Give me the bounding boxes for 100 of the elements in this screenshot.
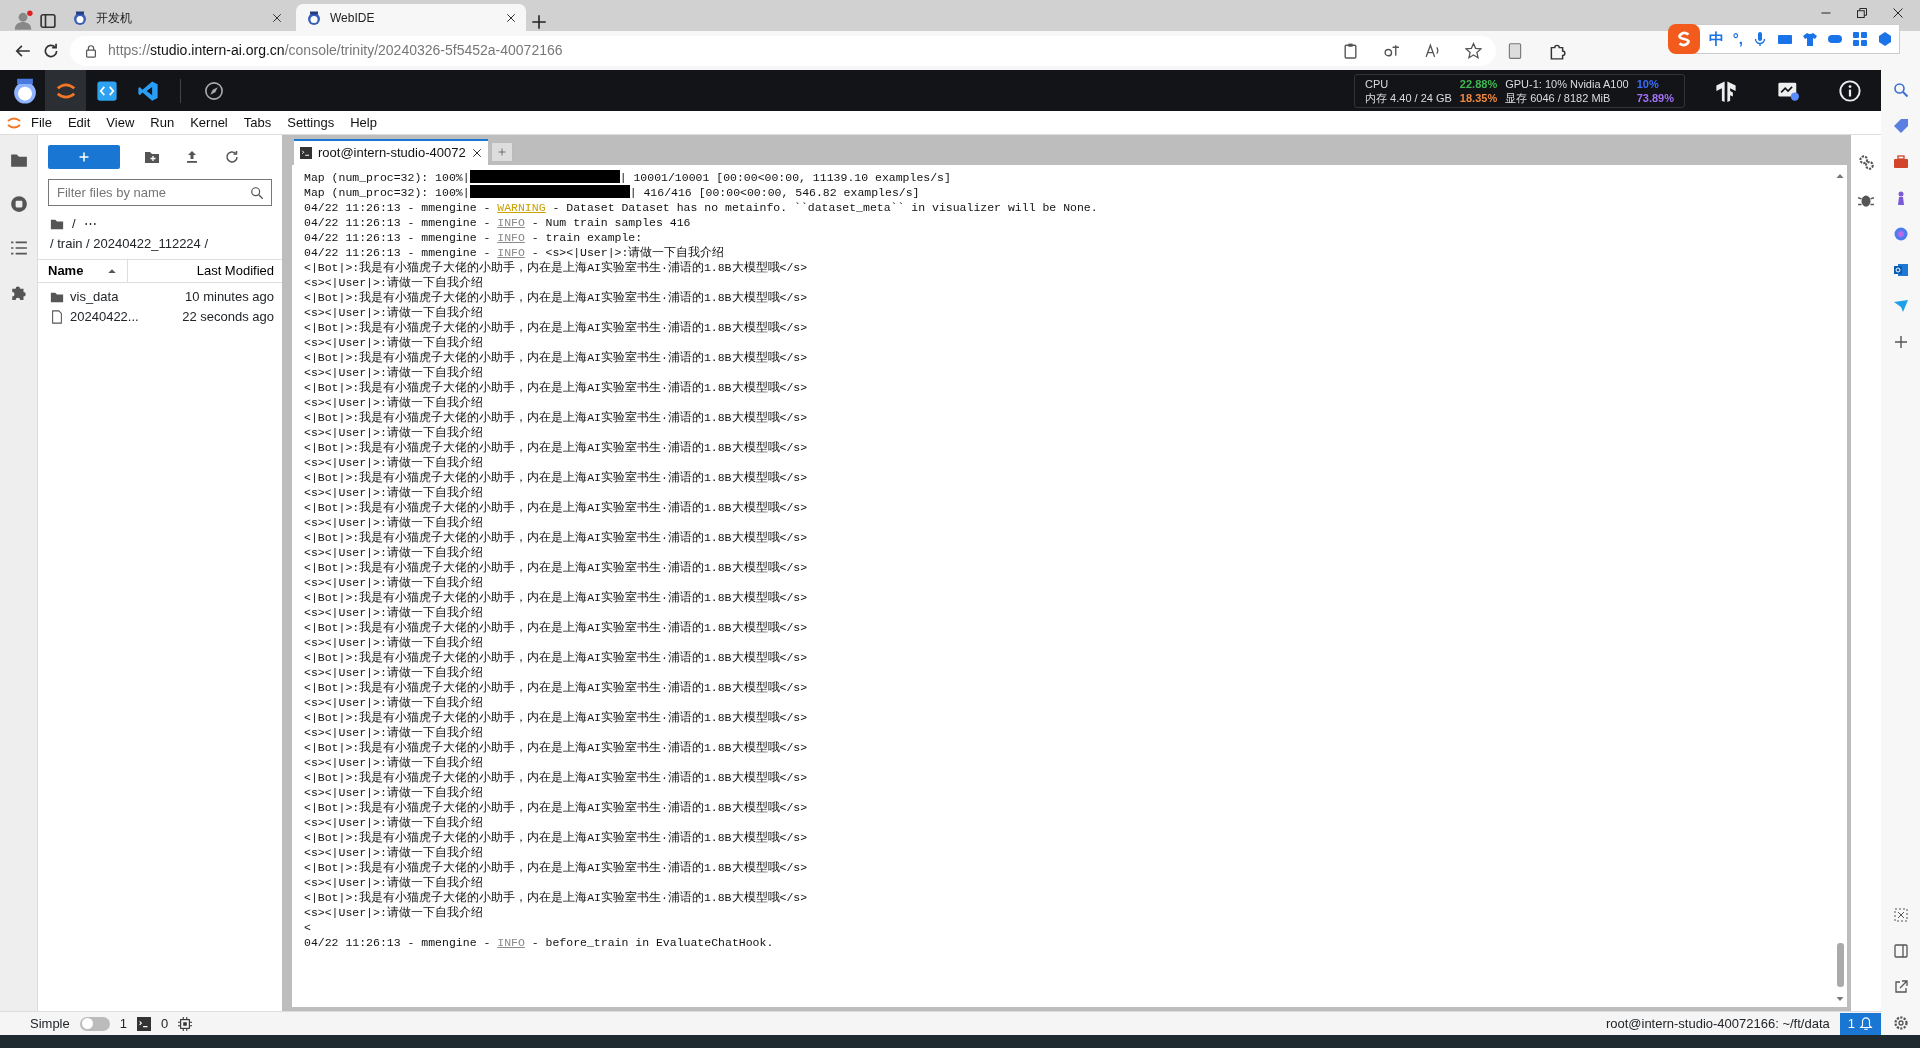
terminal-line: <s><|User|>:请做一下自我介绍 bbox=[304, 695, 483, 710]
menu-item[interactable]: Run bbox=[143, 112, 182, 133]
terminal-line: <s><|User|>:请做一下自我介绍 bbox=[304, 845, 483, 860]
favorite-icon[interactable] bbox=[1465, 42, 1482, 59]
tab-list-icon[interactable] bbox=[38, 11, 58, 31]
column-header[interactable]: Name bbox=[38, 260, 128, 282]
terminal-line: <s><|User|>:请做一下自我介绍 bbox=[304, 335, 483, 350]
address-field[interactable]: https://studio.intern-ai.org.cn/console/trinity/20240326-5f5452a-40072166 bbox=[70, 35, 1496, 66]
microphone-icon[interactable] bbox=[1752, 31, 1768, 47]
close-icon[interactable] bbox=[471, 148, 482, 158]
terminal-line: <s><|User|>:请做一下自我介绍 bbox=[304, 545, 483, 560]
external-link-icon[interactable] bbox=[1892, 979, 1909, 995]
terminal-line: <s><|User|>:请做一下自我介绍 bbox=[304, 755, 483, 770]
file-row[interactable]: 20240422... 22 seconds ago bbox=[38, 307, 282, 327]
menu-item[interactable]: Kernel bbox=[183, 112, 235, 133]
chip-icon[interactable] bbox=[178, 1016, 193, 1031]
terminal-line: < bbox=[304, 920, 311, 935]
terminal-line: <|Bot|>:我是有小猫虎子大佬的小助手，内在是上海AI实验室书生·浦语的1.8B大模型哦</s> bbox=[304, 560, 808, 575]
new-tab-icon[interactable] bbox=[530, 13, 548, 31]
terminal-line: <|Bot|>:我是有小猫虎子大佬的小助手，内在是上海AI实验室书生·浦语的1.8B大模型哦</s> bbox=[304, 680, 808, 695]
screenshot-icon[interactable] bbox=[1892, 907, 1909, 923]
scrollbar-thumb[interactable] bbox=[1836, 943, 1844, 987]
column-header[interactable]: Last Modified bbox=[190, 260, 282, 282]
reload-icon[interactable] bbox=[42, 41, 60, 60]
menu-item[interactable]: Settings bbox=[280, 112, 342, 133]
menu-item[interactable]: Help bbox=[343, 112, 384, 133]
terminal-line: <s><|User|>:请做一下自我介绍 bbox=[304, 905, 483, 920]
plus-icon bbox=[78, 151, 90, 163]
browser-tab[interactable]: 开发机 bbox=[62, 4, 292, 31]
terminal-line: <s><|User|>:请做一下自我介绍 bbox=[304, 785, 483, 800]
close-icon[interactable] bbox=[506, 12, 516, 23]
outlook-icon[interactable] bbox=[1892, 262, 1909, 278]
shirt-icon[interactable] bbox=[1802, 31, 1818, 47]
browser-tab[interactable]: WebIDE bbox=[296, 4, 526, 31]
terminal-line: <s><|User|>:请做一下自我介绍 bbox=[304, 425, 483, 440]
settings-icon[interactable] bbox=[1892, 1015, 1909, 1031]
sidebar-icon[interactable] bbox=[1892, 943, 1909, 959]
send-icon[interactable] bbox=[1892, 298, 1909, 314]
punctuation-label[interactable]: °, bbox=[1732, 27, 1743, 51]
close-icon[interactable] bbox=[1892, 7, 1904, 19]
modified-time: 22 seconds ago bbox=[182, 309, 274, 325]
refresh-icon[interactable] bbox=[224, 149, 240, 165]
breadcrumb-link[interactable]: ⋯ bbox=[83, 214, 97, 234]
jupyter-icon[interactable] bbox=[45, 70, 86, 111]
tag-icon[interactable] bbox=[1892, 118, 1909, 134]
file-name: vis_data bbox=[70, 288, 119, 307]
terminal-line: | 10001/10001 [00:00<00:00, 11139.10 examples/s] bbox=[619, 171, 951, 184]
filter-field[interactable]: Filter files by name bbox=[48, 179, 272, 206]
search-icon[interactable] bbox=[1892, 82, 1909, 98]
menu-item[interactable]: Edit bbox=[60, 112, 98, 133]
plus-icon[interactable] bbox=[1892, 334, 1909, 350]
terminal-line: <|Bot|>:我是有小猫虎子大佬的小助手，内在是上海AI实验室书生·浦语的1.8B大模型哦</s> bbox=[304, 800, 808, 815]
modified-time: 10 minutes ago bbox=[185, 289, 274, 305]
grid-icon[interactable] bbox=[1852, 31, 1868, 47]
scroll-up-icon[interactable] bbox=[1836, 172, 1844, 180]
terminal-line: <|Bot|>:我是有小猫虎子大佬的小助手，内在是上海AI实验室书生·浦语的1.8B大模型哦</s> bbox=[304, 830, 808, 845]
notification-button[interactable]: 1 bbox=[1839, 1012, 1881, 1035]
terminal-tab[interactable]: root@intern-studio-40072 bbox=[294, 139, 488, 165]
read-aloud-icon[interactable] bbox=[1424, 42, 1441, 59]
terminal-icon[interactable] bbox=[137, 1016, 151, 1031]
terminal-line: <s><|User|>:请做一下自我介绍 bbox=[304, 275, 483, 290]
terminal-line: <|Bot|>:我是有小猫虎子大佬的小助手，内在是上海AI实验室书生·浦语的1.8B大模型哦</s> bbox=[304, 860, 808, 875]
terminal-line: <|Bot|>:我是有小猫虎子大佬的小助手，内在是上海AI实验室书生·浦语的1.8B大模型哦</s> bbox=[304, 650, 808, 665]
terminal-line: <|Bot|>:我是有小猫虎子大佬的小助手，内在是上海AI实验室书生·浦语的1.8B大模型哦</s> bbox=[304, 440, 808, 455]
info-icon[interactable] bbox=[1839, 79, 1861, 102]
terminal-line: <|Bot|>:我是有小猫虎子大佬的小助手，内在是上海AI实验室书生·浦语的1.8B大模型哦</s> bbox=[304, 320, 808, 335]
metric-value: 22.88% bbox=[1459, 76, 1498, 91]
terminal-line: <s><|User|>:请做一下自我介绍 bbox=[304, 725, 483, 740]
clipboard-icon[interactable] bbox=[1342, 42, 1359, 59]
terminal-line: <|Bot|>:我是有小猫虎子大佬的小助手，内在是上海AI实验室书生·浦语的1.8B大模型哦</s> bbox=[304, 410, 808, 425]
terminal-line: <|Bot|>:我是有小猫虎子大佬的小助手，内在是上海AI实验室书生·浦语的1.8B大模型哦</s> bbox=[304, 380, 808, 395]
terminal-line: <|Bot|>:我是有小猫虎子大佬的小助手，内在是上海AI实验室书生·浦语的1.8B大模型哦</s> bbox=[304, 500, 808, 515]
folder-row[interactable]: vis_data 10 minutes ago bbox=[38, 287, 282, 307]
list-icon[interactable] bbox=[9, 239, 28, 257]
document-icon[interactable] bbox=[1506, 41, 1524, 60]
terminal-line: <s><|User|>:请做一下自我介绍 bbox=[304, 605, 483, 620]
close-icon[interactable] bbox=[272, 12, 282, 23]
menu-item[interactable]: View bbox=[99, 112, 142, 133]
input-mode-label[interactable]: 中 bbox=[1708, 27, 1724, 51]
terminal-line: <s><|User|>:请做一下自我介绍 bbox=[304, 875, 483, 890]
terminal-line: | 416/416 [00:00<00:00, 546.82 examples/s] bbox=[629, 186, 920, 199]
scroll-down-icon[interactable] bbox=[1836, 995, 1844, 1003]
upload-icon[interactable] bbox=[184, 149, 200, 165]
terminal-line: <s><|User|>:请做一下自我介绍 bbox=[304, 575, 483, 590]
breadcrumb-link[interactable]: / bbox=[72, 214, 76, 234]
new-folder-icon[interactable] bbox=[144, 149, 160, 165]
restore-icon[interactable] bbox=[1856, 7, 1868, 19]
terminal-line: 04/22 11:26:13 - mmengine - INFO - train example: bbox=[304, 230, 643, 245]
metric-value: 18.35% bbox=[1459, 90, 1498, 105]
simple-mode-toggle[interactable] bbox=[79, 1016, 110, 1031]
breadcrumb-path: / train / 20240422_112224 / bbox=[50, 235, 209, 251]
stop-icon[interactable] bbox=[9, 195, 28, 213]
menu-item[interactable]: File bbox=[24, 112, 59, 133]
folder-icon bbox=[50, 290, 64, 304]
bell-icon bbox=[1859, 1016, 1873, 1031]
terminal-line: <s><|User|>:请做一下自我介绍 bbox=[304, 305, 483, 320]
tensorflow-icon[interactable] bbox=[1715, 79, 1737, 102]
translate-icon[interactable] bbox=[1383, 42, 1400, 59]
menu-item[interactable]: Tabs bbox=[236, 112, 279, 133]
folder-icon[interactable] bbox=[9, 151, 28, 169]
